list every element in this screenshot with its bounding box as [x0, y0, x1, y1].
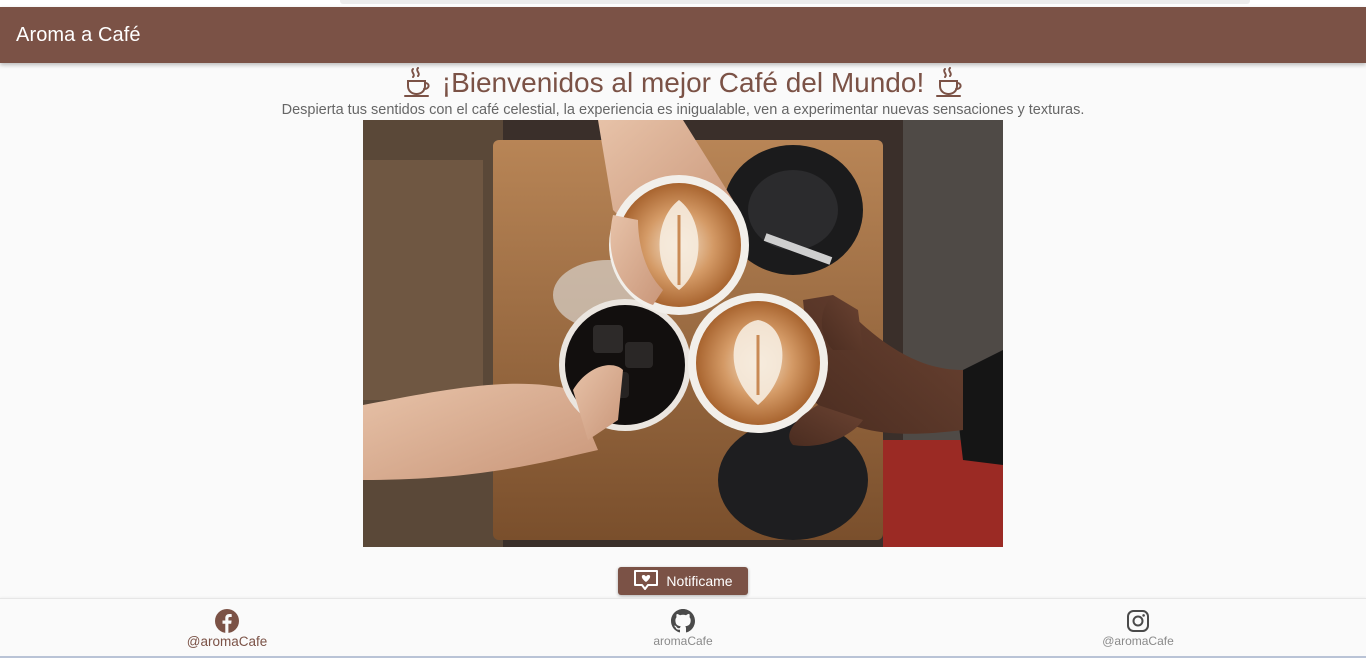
facebook-link[interactable]: @aromaCafe	[157, 609, 297, 649]
hero-image	[363, 120, 1003, 547]
github-handle: aromaCafe	[653, 634, 713, 648]
github-link[interactable]: aromaCafe	[613, 609, 753, 648]
facebook-icon	[215, 609, 239, 633]
welcome-heading-text: ¡Bienvenidos al mejor Café del Mundo!	[441, 67, 925, 98]
app-bar: Aroma a Café	[0, 7, 1366, 63]
top-scroll-indicator	[340, 0, 1250, 4]
app-title: Aroma a Café	[16, 23, 141, 46]
coffee-cup-icon	[934, 67, 964, 99]
instagram-icon	[1126, 609, 1150, 633]
facebook-handle: @aromaCafe	[186, 634, 268, 649]
welcome-subtitle: Despierta tus sentidos con el café celes…	[281, 102, 1085, 118]
instagram-link[interactable]: @aromaCafe	[1068, 609, 1208, 648]
github-icon	[671, 609, 695, 633]
main-content: ¡Bienvenidos al mejor Café del Mundo! De…	[0, 63, 1366, 598]
notify-button-label: Notificame	[666, 573, 733, 589]
heart-message-icon	[633, 569, 659, 594]
welcome-heading: ¡Bienvenidos al mejor Café del Mundo!	[0, 67, 1366, 99]
browser-top-strip	[0, 0, 1366, 7]
notify-button[interactable]: Notificame	[618, 567, 748, 595]
coffee-cup-icon	[402, 67, 432, 99]
footer: @aromaCafe aromaCafe @aromaCafe	[0, 598, 1366, 657]
instagram-handle: @aromaCafe	[1102, 634, 1174, 648]
